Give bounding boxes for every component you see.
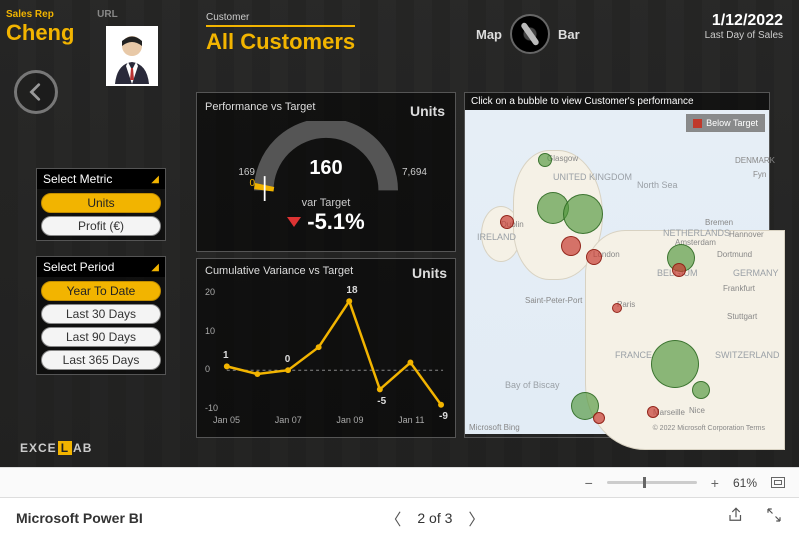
brand-post: AB [73, 441, 92, 455]
country-label: GERMANY [733, 268, 779, 278]
country-label: NETHERLANDS [663, 228, 730, 238]
zoom-out-button[interactable]: − [585, 475, 593, 491]
map[interactable]: Below Target Microsoft Bing © 2022 Micro… [465, 110, 769, 434]
map-bubble[interactable] [651, 340, 699, 388]
city-label: Bremen [705, 218, 733, 227]
linechart-title: Cumulative Variance vs Target [205, 265, 353, 281]
metric-panel: Select Metric ◢ Units Profit (€) [36, 168, 166, 241]
gauge-card: Performance vs Target Units 169 0 7,694 … [196, 92, 456, 252]
var-value: -5.1% [205, 209, 447, 235]
linechart-units: Units [412, 265, 447, 281]
point-label: 18 [346, 285, 357, 296]
point-label: -5 [377, 396, 386, 407]
date-block: 1/12/2022 Last Day of Sales [705, 12, 783, 41]
view-toggle[interactable]: Map Bar [476, 14, 580, 54]
map-bubble[interactable] [647, 406, 659, 418]
period-option[interactable]: Last 90 Days [41, 327, 161, 347]
zoom-slider[interactable] [607, 481, 697, 484]
down-triangle-icon [287, 217, 301, 227]
report-date-sub: Last Day of Sales [705, 30, 783, 41]
page-indicator: 2 of 3 [417, 510, 452, 526]
metric-option[interactable]: Profit (€) [41, 216, 161, 236]
map-card: Click on a bubble to view Customer's per… [464, 92, 770, 438]
variance-chart-card: Cumulative Variance vs Target Units -100… [196, 258, 456, 438]
eraser-icon[interactable]: ◢ [151, 174, 159, 185]
country-label: North Sea [637, 180, 678, 190]
metric-option[interactable]: Units [41, 193, 161, 213]
city-label: Saint-Peter-Port [525, 296, 582, 305]
map-bubble[interactable] [593, 412, 605, 424]
report-canvas: Sales Rep URL Cheng Customer All Custome… [0, 0, 799, 467]
avatar [106, 26, 158, 86]
country-label: Bay of Biscay [505, 380, 560, 390]
city-label: Frankfurt [723, 284, 755, 293]
variance-chart[interactable]: -1001020Jan 05Jan 07Jan 09Jan 11 1018-5-… [205, 285, 447, 425]
next-page-button[interactable]: 〉 [468, 506, 484, 530]
zoom-in-button[interactable]: + [711, 475, 719, 491]
city-label: Hannover [729, 230, 764, 239]
period-panel-title: Select Period [43, 260, 114, 274]
url-label: URL [97, 9, 118, 20]
dial-icon[interactable] [510, 14, 550, 54]
country-label: IRELAND [477, 232, 516, 242]
pager: 〈 2 of 3 〉 [385, 506, 484, 530]
fullscreen-icon[interactable] [765, 506, 783, 529]
gauge-title: Performance vs Target [205, 101, 315, 113]
period-panel: Select Period ◢ Year To Date Last 30 Days… [36, 256, 166, 375]
period-option[interactable]: Last 30 Days [41, 304, 161, 324]
city-label: Nice [689, 406, 705, 415]
map-attr-left: Microsoft Bing [469, 423, 520, 432]
legend-swatch-icon [693, 119, 702, 128]
prev-page-button[interactable]: 〈 [385, 506, 401, 530]
map-legend: Below Target [686, 114, 765, 132]
map-bubble[interactable] [612, 303, 622, 313]
period-panel-header: Select Period ◢ [37, 257, 165, 277]
toggle-map-label: Map [476, 27, 502, 42]
map-bubble[interactable] [561, 236, 581, 256]
map-bubble[interactable] [538, 153, 552, 167]
country-label: FRANCE [615, 350, 652, 360]
period-option[interactable]: Last 365 Days [41, 350, 161, 370]
metric-panel-header: Select Metric ◢ [37, 169, 165, 189]
country-label: SWITZERLAND [715, 350, 780, 360]
map-attr-right: © 2022 Microsoft Corporation Terms [653, 425, 765, 432]
map-bubble[interactable] [563, 194, 603, 234]
gauge-value: 160 [205, 157, 447, 180]
map-bubble[interactable] [692, 381, 710, 399]
sales-rep-label: Sales Rep [6, 9, 54, 20]
customer-label: Customer [206, 12, 355, 23]
fit-page-icon[interactable] [771, 477, 785, 488]
customer-title: All Customers [206, 25, 355, 55]
country-label: UNITED KINGDOM [553, 172, 632, 182]
footer-bar: Microsoft Power BI 〈 2 of 3 〉 [0, 497, 799, 537]
brand-pre: EXCE [20, 441, 57, 455]
share-icon[interactable] [727, 506, 745, 529]
back-button[interactable] [14, 70, 58, 114]
report-date: 1/12/2022 [705, 12, 783, 30]
city-label: Stuttgart [727, 312, 757, 321]
app-name: Microsoft Power BI [16, 510, 143, 526]
eraser-icon[interactable]: ◢ [151, 262, 159, 273]
point-label: 0 [285, 354, 291, 365]
map-bubble[interactable] [672, 263, 686, 277]
map-bubble[interactable] [586, 249, 602, 265]
period-option[interactable]: Year To Date [41, 281, 161, 301]
toggle-bar-label: Bar [558, 27, 580, 42]
map-hint: Click on a bubble to view Customer's per… [465, 93, 769, 110]
brand-logo: EXCELAB [20, 441, 92, 455]
brand-box: L [58, 441, 72, 455]
gauge-units: Units [410, 103, 445, 119]
city-label: DENMARK [735, 156, 775, 165]
metric-panel-title: Select Metric [43, 172, 112, 186]
city-label: Fyn [753, 170, 766, 179]
customer-block: Customer All Customers [206, 12, 355, 55]
map-bubble[interactable] [500, 215, 514, 229]
zoom-toolbar: − + 61% [0, 467, 799, 497]
point-label: -9 [439, 411, 448, 422]
point-label: 1 [223, 350, 229, 361]
city-label: Dortmund [717, 250, 752, 259]
zoom-value: 61% [733, 476, 757, 490]
